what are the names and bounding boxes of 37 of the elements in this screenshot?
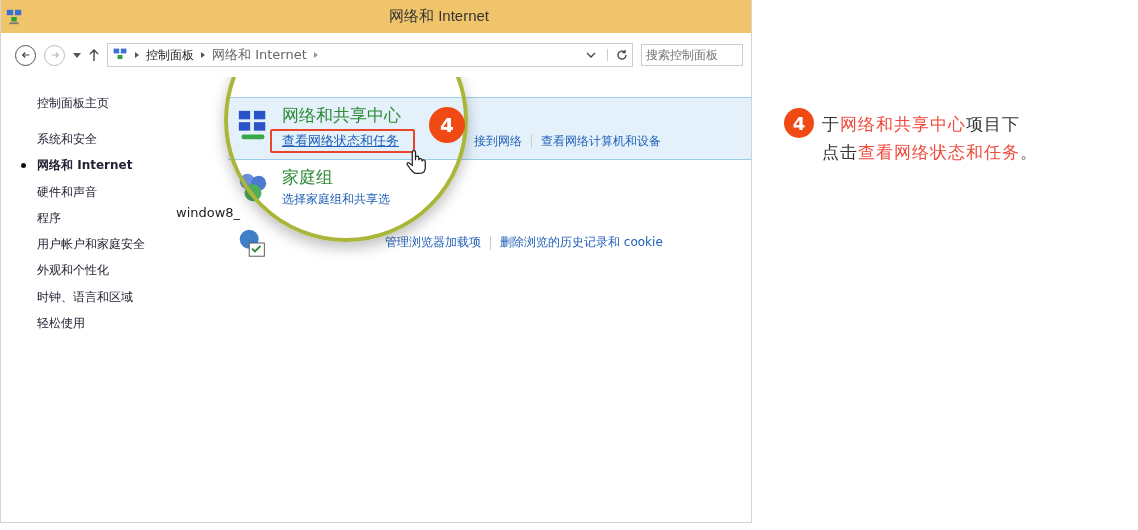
task-link[interactable]: 选择家庭组和共享选: [282, 191, 390, 208]
back-button[interactable]: [15, 44, 36, 66]
task-link[interactable]: 查看网络状态和任务: [270, 129, 415, 153]
hand-cursor-icon: [406, 149, 426, 174]
forward-arrow-icon: [49, 50, 60, 60]
sidebar-item[interactable]: 轻松使用: [19, 312, 85, 339]
dropdown-caret-icon[interactable]: [586, 52, 596, 58]
address-field[interactable]: 控制面板 网络和 Internet: [107, 43, 633, 67]
task-link[interactable]: 查看网络计算机和设备: [541, 132, 661, 150]
back-arrow-icon: [20, 50, 31, 60]
chevron-icon: [313, 52, 318, 58]
sidebar-link[interactable]: 控制面板主页: [37, 95, 109, 112]
chevron-icon: [201, 52, 205, 58]
up-arrow-icon[interactable]: [89, 49, 99, 61]
refresh-icon[interactable]: [607, 49, 628, 61]
sidebar-item[interactable]: 外观和个性化: [19, 259, 109, 286]
sidebar-item[interactable]: 程序: [19, 206, 61, 234]
category-title[interactable]: 网络和共享中心: [282, 104, 401, 127]
step-badge: 4: [784, 108, 814, 138]
sidebar-item[interactable]: 网络和 Internet: [19, 154, 133, 181]
network-computers-icon: [5, 7, 23, 26]
breadcrumb-item[interactable]: 控制面板: [146, 46, 194, 64]
sidebar-item[interactable]: 时钟、语言和区域: [19, 285, 133, 313]
sidebar-item[interactable]: 系统和安全: [19, 128, 97, 155]
breadcrumb-item[interactable]: 网络和 Internet: [212, 46, 307, 64]
task-link[interactable]: 管理浏览器加载项: [385, 234, 481, 251]
sidebar-item[interactable]: 硬件和声音: [19, 180, 97, 207]
task-link[interactable]: 删除浏览的历史记录和 cookie: [500, 234, 663, 251]
category-title[interactable]: 家庭组: [282, 166, 333, 189]
task-link[interactable]: 接到网络: [474, 132, 522, 150]
window-title: 网络和 Internet: [389, 7, 490, 26]
sidebar-item[interactable]: 用户帐户和家庭安全: [19, 233, 145, 260]
dropdown-caret-icon[interactable]: [73, 52, 81, 58]
search-field[interactable]: 搜索控制面板: [641, 44, 743, 66]
label-text: window8_: [176, 205, 241, 220]
chevron-icon: [135, 52, 139, 58]
instruction-text: 于网络和共享中心项目下 点击查看网络状态和任务。: [822, 113, 1039, 164]
